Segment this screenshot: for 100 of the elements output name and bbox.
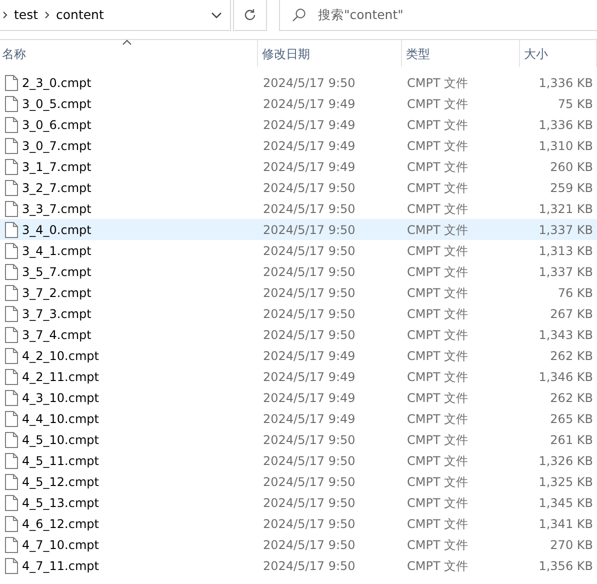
- file-type: CMPT 文件: [406, 96, 470, 112]
- file-row[interactable]: 4_5_11.cmpt 2024/5/17 9:50 CMPT 文件 1,326 KB: [0, 450, 597, 471]
- file-row[interactable]: 4_7_11.cmpt 2024/5/17 9:50 CMPT 文件 1,356 KB: [0, 555, 597, 576]
- file-icon: [5, 536, 18, 552]
- file-size: 260 KB: [549, 158, 594, 176]
- file-icon: [5, 348, 18, 364]
- file-row[interactable]: 4_6_12.cmpt 2024/5/17 9:50 CMPT 文件 1,341 KB: [0, 513, 597, 534]
- file-size: 1,326 KB: [538, 452, 594, 470]
- file-name: 3_4_0.cmpt: [22, 222, 92, 238]
- column-header[interactable]: 修改日期: [258, 40, 402, 67]
- file-row[interactable]: 3_4_1.cmpt 2024/5/17 9:50 CMPT 文件 1,313 KB: [0, 240, 597, 261]
- file-row[interactable]: 3_3_7.cmpt 2024/5/17 9:50 CMPT 文件 1,321 KB: [0, 198, 597, 219]
- file-type: CMPT 文件: [406, 390, 470, 406]
- file-name: 4_3_10.cmpt: [22, 390, 99, 406]
- file-size: 262 KB: [549, 390, 594, 406]
- file-row[interactable]: 3_0_5.cmpt 2024/5/17 9:49 CMPT 文件 75 KB: [0, 93, 597, 114]
- file-name: 3_7_4.cmpt: [22, 326, 92, 344]
- file-icon: [5, 158, 18, 174]
- file-row[interactable]: 3_0_6.cmpt 2024/5/17 9:49 CMPT 文件 1,336 KB: [0, 114, 597, 135]
- modified-date: 2024/5/17 9:49: [262, 390, 356, 406]
- file-icon: [5, 284, 18, 300]
- file-size: 1,341 KB: [538, 516, 594, 532]
- file-type: CMPT 文件: [406, 558, 470, 574]
- modified-date: 2024/5/17 9:49: [262, 158, 356, 176]
- refresh-button[interactable]: [233, 0, 267, 31]
- file-size: 75 KB: [556, 96, 594, 112]
- file-icon: [5, 96, 18, 112]
- file-icon: [5, 452, 18, 468]
- file-size: 1,345 KB: [538, 494, 594, 512]
- file-name: 3_0_6.cmpt: [22, 116, 92, 134]
- file-size: 267 KB: [549, 306, 594, 322]
- breadcrumb-link[interactable]: test: [14, 6, 38, 24]
- file-icon: [5, 474, 18, 490]
- file-type: CMPT 文件: [406, 536, 470, 554]
- file-row[interactable]: 3_7_4.cmpt 2024/5/17 9:50 CMPT 文件 1,343 KB: [0, 324, 597, 345]
- file-row[interactable]: 4_4_10.cmpt 2024/5/17 9:49 CMPT 文件 265 KB: [0, 408, 597, 429]
- modified-date: 2024/5/17 9:50: [262, 284, 356, 302]
- file-type: CMPT 文件: [406, 138, 470, 154]
- file-icon: [5, 222, 18, 238]
- file-icon: [5, 368, 18, 384]
- file-row[interactable]: 4_7_10.cmpt 2024/5/17 9:50 CMPT 文件 270 KB: [0, 534, 597, 555]
- file-row[interactable]: 4_5_13.cmpt 2024/5/17 9:50 CMPT 文件 1,345 KB: [0, 492, 597, 513]
- file-type: CMPT 文件: [406, 410, 470, 428]
- file-row[interactable]: 3_1_7.cmpt 2024/5/17 9:49 CMPT 文件 260 KB: [0, 156, 597, 177]
- file-name: 3_1_7.cmpt: [22, 158, 92, 176]
- file-row[interactable]: 3_7_3.cmpt 2024/5/17 9:50 CMPT 文件 267 KB: [0, 303, 597, 324]
- file-type: CMPT 文件: [406, 306, 470, 322]
- modified-date: 2024/5/17 9:49: [262, 410, 356, 428]
- file-type: CMPT 文件: [406, 242, 470, 260]
- dropdown-icon[interactable]: [211, 12, 222, 18]
- file-size: 1,336 KB: [538, 116, 594, 134]
- modified-date: 2024/5/17 9:49: [262, 116, 356, 134]
- modified-date: 2024/5/17 9:50: [262, 180, 356, 196]
- file-type: CMPT 文件: [406, 200, 470, 218]
- modified-date: 2024/5/17 9:50: [262, 516, 356, 532]
- file-size: 1,321 KB: [538, 200, 594, 218]
- file-row[interactable]: 4_2_10.cmpt 2024/5/17 9:49 CMPT 文件 262 KB: [0, 345, 597, 366]
- modified-date: 2024/5/17 9:50: [262, 494, 356, 512]
- file-icon: [5, 558, 18, 574]
- file-name: 3_0_5.cmpt: [22, 96, 92, 112]
- file-row[interactable]: 3_7_2.cmpt 2024/5/17 9:50 CMPT 文件 76 KB: [0, 282, 597, 303]
- file-row[interactable]: 3_5_7.cmpt 2024/5/17 9:50 CMPT 文件 1,337 KB: [0, 261, 597, 282]
- file-row[interactable]: 4_2_11.cmpt 2024/5/17 9:49 CMPT 文件 1,346 KB: [0, 366, 597, 387]
- file-name: 4_5_11.cmpt: [22, 452, 99, 470]
- file-name: 4_5_10.cmpt: [22, 432, 99, 448]
- file-row[interactable]: 3_2_7.cmpt 2024/5/17 9:50 CMPT 文件 259 KB: [0, 177, 597, 198]
- file-icon: [5, 306, 18, 322]
- file-name: 4_5_13.cmpt: [22, 494, 99, 512]
- file-row[interactable]: 4_5_12.cmpt 2024/5/17 9:50 CMPT 文件 1,325 KB: [0, 471, 597, 492]
- file-type: CMPT 文件: [406, 74, 470, 92]
- file-name: 4_2_10.cmpt: [22, 348, 99, 364]
- modified-date: 2024/5/17 9:50: [262, 306, 356, 322]
- modified-date: 2024/5/17 9:50: [262, 222, 356, 238]
- chevron-icon: [44, 11, 50, 19]
- file-row[interactable]: 4_3_10.cmpt 2024/5/17 9:49 CMPT 文件 262 KB: [0, 387, 597, 408]
- file-row[interactable]: 3_0_7.cmpt 2024/5/17 9:49 CMPT 文件 1,310 KB: [0, 135, 597, 156]
- file-size: 1,310 KB: [538, 138, 594, 154]
- modified-date: 2024/5/17 9:49: [262, 368, 356, 386]
- file-size: 1,337 KB: [538, 264, 594, 280]
- file-type: CMPT 文件: [406, 264, 470, 280]
- file-type: CMPT 文件: [406, 116, 470, 134]
- column-header[interactable]: 大小: [520, 40, 597, 67]
- file-size: 1,336 KB: [538, 74, 594, 92]
- file-row[interactable]: 3_4_0.cmpt 2024/5/17 9:50 CMPT 文件 1,337 KB: [0, 219, 597, 240]
- column-header[interactable]: 类型: [402, 40, 520, 67]
- modified-date: 2024/5/17 9:49: [262, 96, 356, 112]
- modified-date: 2024/5/17 9:50: [262, 200, 356, 218]
- file-size: 265 KB: [549, 410, 594, 428]
- modified-date: 2024/5/17 9:49: [262, 138, 356, 154]
- file-name: 4_7_10.cmpt: [22, 536, 99, 554]
- file-icon: [5, 432, 18, 448]
- file-type: CMPT 文件: [406, 474, 470, 490]
- file-row[interactable]: 2_3_0.cmpt 2024/5/17 9:50 CMPT 文件 1,336 KB: [0, 72, 597, 93]
- file-type: CMPT 文件: [406, 516, 470, 532]
- file-type: CMPT 文件: [406, 368, 470, 386]
- file-name: 4_7_11.cmpt: [22, 558, 99, 574]
- file-row[interactable]: 4_5_10.cmpt 2024/5/17 9:50 CMPT 文件 261 KB: [0, 429, 597, 450]
- file-type: CMPT 文件: [406, 222, 470, 238]
- breadcrumb-link[interactable]: content: [56, 6, 104, 24]
- column-header[interactable]: 名称: [0, 40, 258, 67]
